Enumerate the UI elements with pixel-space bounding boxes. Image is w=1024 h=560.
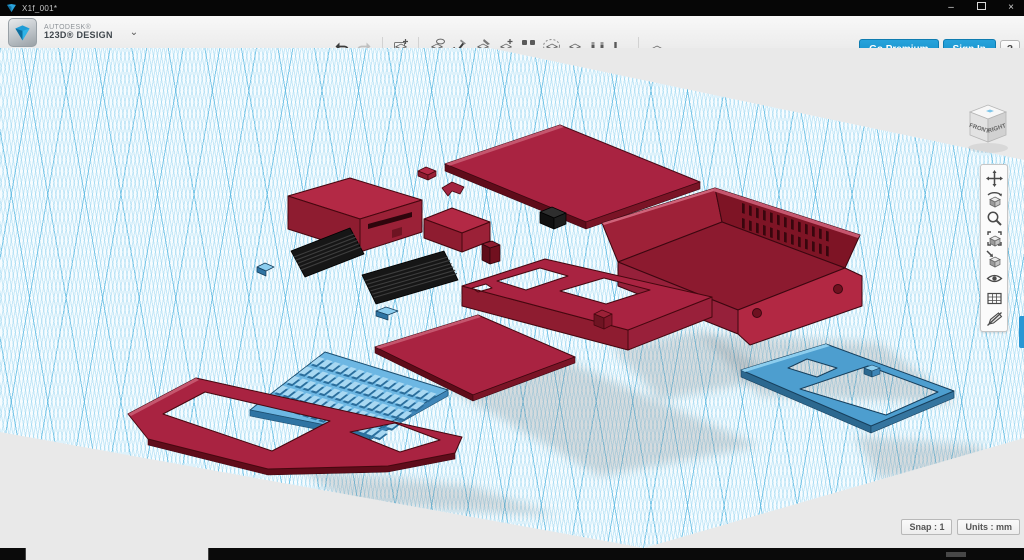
- heat-sink-grille-2-part[interactable]: [362, 251, 458, 304]
- brand-menu[interactable]: AUTODESK® 123D® DESIGN ⌄: [8, 18, 138, 47]
- exploded-model: [0, 48, 1024, 548]
- small-blue-part-1[interactable]: [257, 263, 274, 276]
- rear-clip-part[interactable]: [418, 167, 436, 180]
- hook-clip-part[interactable]: [442, 182, 464, 196]
- minimize-button[interactable]: –: [944, 0, 958, 16]
- app-logo-icon: [7, 4, 16, 12]
- maximize-icon: [977, 2, 986, 10]
- os-taskbar[interactable]: [0, 548, 1024, 560]
- view-cube[interactable]: FRONT RIGHT: [956, 102, 1016, 160]
- snap-setting[interactable]: Snap : 1: [901, 519, 952, 535]
- hide-sketches-icon[interactable]: [981, 308, 1007, 328]
- orbit-icon[interactable]: [981, 188, 1007, 208]
- brand-123d-label: 123D® DESIGN: [44, 31, 113, 40]
- taskbar-app-button[interactable]: [25, 548, 209, 560]
- material-browser-icon[interactable]: [981, 288, 1007, 308]
- visibility-icon[interactable]: [981, 268, 1007, 288]
- rf-modulator-part[interactable]: [424, 208, 490, 252]
- side-panel-handle[interactable]: [1019, 316, 1024, 348]
- bezel-hinge-part[interactable]: [594, 310, 612, 329]
- pan-icon[interactable]: [981, 168, 1007, 188]
- units-setting[interactable]: Units : mm: [957, 519, 1020, 535]
- small-blue-part-2[interactable]: [376, 307, 398, 320]
- document-title: X1f_001*: [22, 4, 57, 13]
- zoom-icon[interactable]: [981, 208, 1007, 228]
- main-toolbar: AUTODESK® 123D® DESIGN ⌄ Go Premium Sign…: [0, 16, 1024, 49]
- autodesk-123d-logo-icon: [8, 18, 37, 47]
- app-window: X1f_001* – × AUTODESK® 123D® DESIGN ⌄ Go…: [0, 0, 1024, 560]
- close-button[interactable]: ×: [1004, 0, 1018, 16]
- maximize-button[interactable]: [974, 0, 988, 16]
- fit-icon[interactable]: [981, 228, 1007, 248]
- titlebar: X1f_001* – ×: [0, 0, 1024, 16]
- taskbar-clock: [946, 552, 966, 557]
- 3d-viewport[interactable]: FRONT RIGHT Snap : 1 Units : mm: [0, 48, 1024, 548]
- connector-post-part[interactable]: [482, 241, 500, 264]
- chevron-down-icon[interactable]: ⌄: [130, 27, 138, 38]
- look-at-icon[interactable]: [981, 248, 1007, 268]
- navigation-toolbar: [980, 164, 1008, 332]
